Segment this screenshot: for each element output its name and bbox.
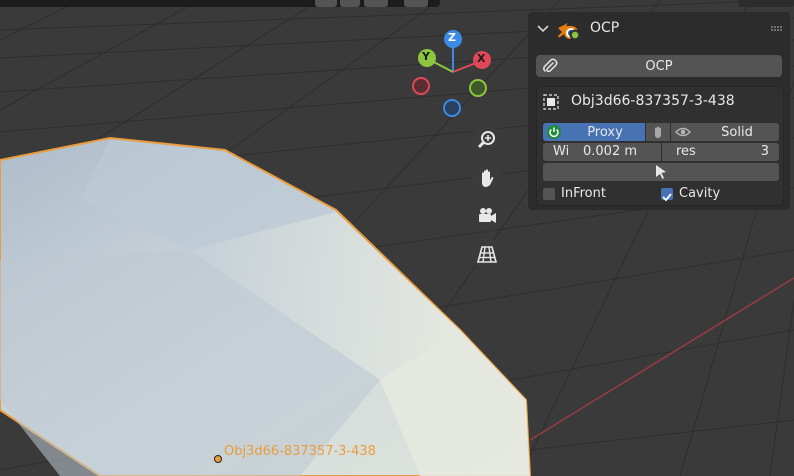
gizmo-x-label: X [477,52,486,65]
pan-button[interactable] [471,162,503,194]
chevron-down-icon[interactable] [536,22,550,36]
camera-icon [479,208,496,223]
panel-header[interactable]: OCP [528,18,790,42]
cavity-checkbox[interactable] [661,188,673,202]
proxy-button[interactable]: Proxy [565,123,645,141]
res-label: res [676,144,696,159]
object-name: Obj3d66-837357-3-438 [571,93,735,109]
infront-checkbox[interactable] [543,188,555,200]
grid-perspective-icon [476,246,498,263]
hand-pan-icon [482,169,494,187]
eye-icon [675,127,691,137]
select-tool-button[interactable] [543,163,779,181]
ocp-panel: OCP OCP Obj3d66-837357-3-438 Proxy Solid [528,12,790,210]
options-button[interactable] [738,0,794,7]
parameter-row: Wi 0.002 m res 3 [543,143,779,161]
zoom-button[interactable] [471,124,503,156]
display-mode-row: Proxy Solid [543,123,779,141]
panel-title: OCP [590,20,620,36]
wi-field[interactable]: Wi 0.002 m [543,143,661,161]
res-field[interactable]: res 3 [662,143,779,161]
header-button[interactable] [340,0,360,7]
blender-logo-icon [558,23,581,41]
zoom-icon [477,131,495,149]
object-row: Obj3d66-837357-3-438 [543,93,779,113]
camera-view-button[interactable] [471,200,503,232]
ocp-operator-button[interactable]: OCP [536,55,782,77]
object-select-icon [543,94,559,110]
drag-grip-icon[interactable] [770,24,782,34]
checkbox-row: InFront Cavity [543,186,779,204]
checkmark-icon [662,193,672,202]
visibility-toggle[interactable] [671,123,695,141]
header-button[interactable] [364,0,388,7]
perspective-toggle-button[interactable] [471,238,503,270]
header-button[interactable] [315,0,337,7]
cursor-arrow-icon [656,165,666,179]
gizmo-y-label: Y [422,50,430,63]
hand-icon [655,126,661,138]
wi-value: 0.002 m [583,144,638,159]
power-toggle[interactable] [543,123,565,141]
object-subpanel: Obj3d66-837357-3-438 Proxy Solid Wi 0.00… [536,86,784,206]
solid-button[interactable]: Solid [695,123,779,141]
hand-toggle[interactable] [646,123,670,141]
wi-label: Wi [553,144,570,159]
header-button[interactable] [404,0,428,7]
res-value: 3 [760,144,769,159]
object-origin-dot [214,455,222,463]
paperclip-icon [543,58,558,73]
gizmo-z-label: Z [448,31,456,44]
ocp-button-label: OCP [645,58,673,74]
power-icon [547,125,561,139]
infront-label: InFront [561,186,606,201]
object-name-overlay: Obj3d66-837357-3-438 [224,444,376,459]
cavity-label: Cavity [679,186,721,201]
